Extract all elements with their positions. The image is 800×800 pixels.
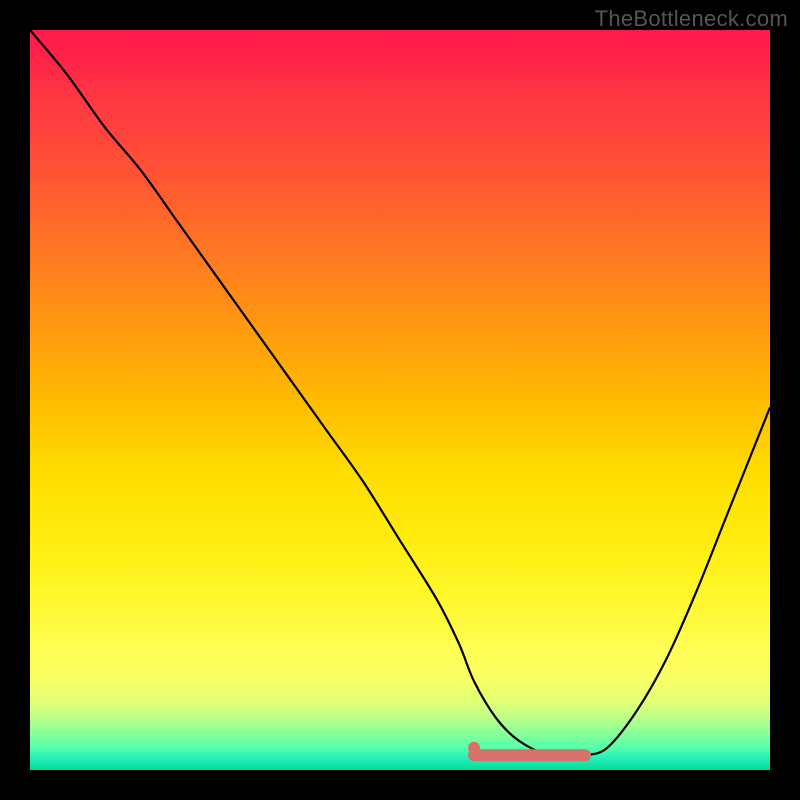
bottleneck-curve-line bbox=[30, 30, 770, 756]
plateau-start-dot bbox=[468, 742, 480, 754]
watermark-text: TheBottleneck.com bbox=[595, 6, 788, 32]
chart-plot-area bbox=[30, 30, 770, 770]
chart-svg bbox=[30, 30, 770, 770]
